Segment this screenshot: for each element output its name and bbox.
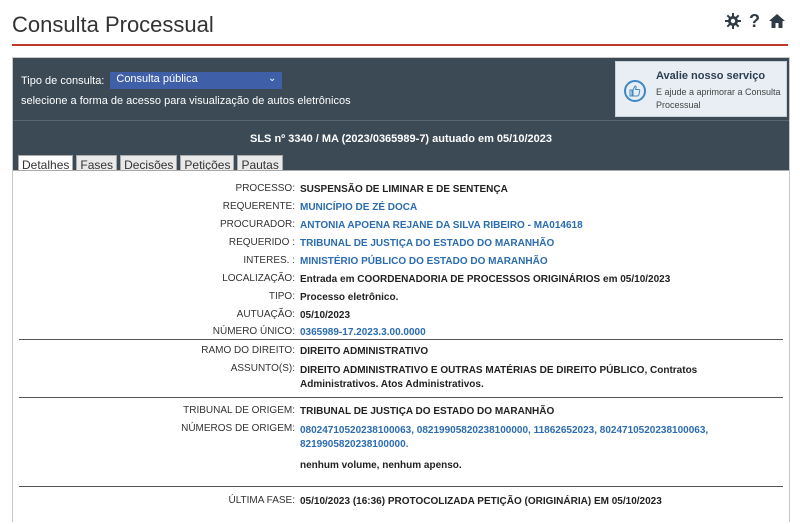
gear-icon[interactable] — [724, 12, 742, 30]
autuacao-label: AUTUAÇÃO: — [236, 309, 295, 320]
details-section-origem: TRIBUNAL DE ORIGEM: TRIBUNAL DE JUSTIÇA … — [19, 398, 783, 487]
question-icon[interactable]: ? — [746, 11, 764, 31]
detail-row-requerente: REQUERENTE: MUNICÍPIO DE ZÉ DOCA — [19, 201, 783, 219]
assunto-value: DIREITO ADMINISTRATIVO E OUTRAS MATÉRIAS… — [300, 365, 698, 390]
avalie-servico-button[interactable]: Avalie nosso serviço E ajude a aprimorar… — [615, 61, 787, 117]
header-divider — [12, 44, 788, 46]
detail-row-processo: PROCESSO: SUSPENSÃO DE LIMINAR E DE SENT… — [19, 183, 783, 201]
process-title: SLS nº 3340 / MA (2023/0365989-7) autuad… — [250, 133, 552, 145]
localizacao-label: LOCALIZAÇÃO: — [222, 273, 295, 284]
detail-row-assunto: ASSUNTO(S): DIREITO ADMINISTRATIVO E OUT… — [19, 363, 783, 393]
avalie-subtitle: E ajude a aprimorar a Consulta Processua… — [656, 87, 781, 110]
detail-row-localizacao: LOCALIZAÇÃO: Entrada em COORDENADORIA DE… — [19, 273, 783, 291]
volumes-value: nenhum volume, nenhum apenso. — [300, 460, 462, 471]
requerido-link[interactable]: TRIBUNAL DE JUSTIÇA DO ESTADO DO MARANHÃ… — [300, 238, 554, 249]
localizacao-value: Entrada em COORDENADORIA DE PROCESSOS OR… — [300, 274, 671, 285]
process-title-bar: SLS nº 3340 / MA (2023/0365989-7) autuad… — [13, 120, 789, 175]
interes-link[interactable]: MINISTÉRIO PÚBLICO DO ESTADO DO MARANHÃO — [300, 256, 548, 267]
procurador-label: PROCURADOR: — [219, 219, 295, 230]
detail-row-autuacao: AUTUAÇÃO: 05/10/2023 — [19, 309, 783, 327]
numeros-label: NÚMEROS DE ORIGEM: — [181, 423, 295, 434]
detail-row-interes: INTERES. : MINISTÉRIO PÚBLICO DO ESTADO … — [19, 255, 783, 273]
detail-row-ultima-fase: ÚLTIMA FASE: 05/10/2023 (16:36) PROTOCOL… — [19, 495, 783, 513]
svg-text:?: ? — [749, 12, 760, 30]
detail-row-procurador: PROCURADOR: ANTONIA APOENA REJANE DA SIL… — [19, 219, 783, 237]
requerido-label: REQUERIDO : — [228, 237, 295, 248]
tribunal-value: TRIBUNAL DE JUSTIÇA DO ESTADO DO MARANHÃ… — [300, 406, 555, 417]
details-section-assunto: RAMO DO DIREITO: DIREITO ADMINISTRATIVO … — [19, 339, 783, 398]
consulta-toolbar: Tipo de consulta: Consulta pública ⌄ sel… — [13, 58, 789, 120]
tipo-label: TIPO: — [268, 291, 295, 302]
ramo-value: DIREITO ADMINISTRATIVO — [300, 346, 429, 357]
details-content: PROCESSO: SUSPENSÃO DE LIMINAR E DE SENT… — [13, 170, 789, 522]
page-title: Consulta Processual — [12, 12, 214, 37]
thumbs-up-icon — [624, 80, 646, 102]
assunto-label: ASSUNTO(S): — [230, 363, 295, 374]
ultima-fase-label: ÚLTIMA FASE: — [228, 495, 296, 506]
ultima-fase-value: 05/10/2023 (16:36) PROTOCOLIZADA PETIÇÃO… — [300, 496, 662, 507]
processo-value: SUSPENSÃO DE LIMINAR E DE SENTENÇA — [300, 184, 508, 195]
home-icon[interactable] — [768, 12, 786, 30]
access-hint: selecione a forma de acesso para visuali… — [21, 95, 351, 107]
avalie-title: Avalie nosso serviço — [656, 70, 766, 82]
process-panel: Tipo de consulta: Consulta pública ⌄ sel… — [12, 57, 790, 522]
details-section-ultima-fase: ÚLTIMA FASE: 05/10/2023 (16:36) PROTOCOL… — [19, 487, 783, 517]
requerente-link[interactable]: MUNICÍPIO DE ZÉ DOCA — [300, 202, 417, 213]
detail-row-requerido: REQUERIDO : TRIBUNAL DE JUSTIÇA DO ESTAD… — [19, 237, 783, 255]
detail-row-tipo: TIPO: Processo eletrônico. — [19, 291, 783, 309]
detail-row-tribunal: TRIBUNAL DE ORIGEM: TRIBUNAL DE JUSTIÇA … — [19, 405, 783, 423]
tribunal-label: TRIBUNAL DE ORIGEM: — [183, 405, 295, 416]
processo-label: PROCESSO: — [235, 183, 295, 194]
page-header: Consulta Processual ? — [0, 0, 800, 46]
numeros-origem-links[interactable]: 08024710520238100063, 082199058202381000… — [300, 424, 770, 452]
numero-unico-link[interactable]: 0365989-17.2023.3.00.0000 — [300, 327, 426, 338]
header-icons: ? — [724, 11, 786, 31]
detail-row-volumes: nenhum volume, nenhum apenso. — [19, 459, 783, 477]
chevron-down-icon: ⌄ — [267, 73, 277, 84]
detail-row-numeros-origem: NÚMEROS DE ORIGEM: 08024710520238100063,… — [19, 423, 783, 453]
requerente-label: REQUERENTE: — [222, 201, 295, 212]
tipo-value: Processo eletrônico. — [300, 292, 399, 303]
autuacao-value: 05/10/2023 — [300, 310, 351, 321]
details-section-main: PROCESSO: SUSPENSÃO DE LIMINAR E DE SENT… — [19, 171, 783, 340]
procurador-link[interactable]: ANTONIA APOENA REJANE DA SILVA RIBEIRO -… — [300, 220, 583, 231]
tipo-consulta-label: Tipo de consulta: — [21, 74, 105, 87]
interes-label: INTERES. : — [243, 255, 295, 266]
tipo-consulta-select[interactable]: Consulta pública ⌄ — [110, 72, 283, 89]
detail-row-ramo: RAMO DO DIREITO: DIREITO ADMINISTRATIVO — [19, 345, 783, 363]
numero-unico-label: NÚMERO ÚNICO: — [212, 326, 295, 337]
ramo-label: RAMO DO DIREITO: — [201, 345, 295, 356]
tipo-consulta-value: Consulta pública — [116, 73, 198, 85]
